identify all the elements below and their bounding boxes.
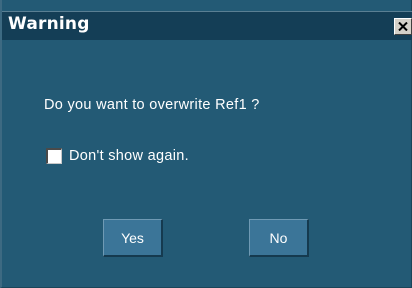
no-button[interactable]: No [249,219,309,257]
warning-message: Do you want to overwrite Ref1 ? [44,97,260,113]
close-button[interactable] [394,18,412,35]
dont-show-again-option[interactable]: Don't show again. [46,145,189,167]
title-bar[interactable]: Warning [2,11,412,40]
warning-dialog: Warning Do you want to overwrite Ref1 ? … [0,0,412,288]
dont-show-again-label[interactable]: Don't show again. [69,148,189,164]
yes-button[interactable]: Yes [103,219,163,257]
close-icon [398,22,408,31]
dialog-title: Warning [8,14,90,34]
dont-show-again-checkbox[interactable] [46,148,62,164]
